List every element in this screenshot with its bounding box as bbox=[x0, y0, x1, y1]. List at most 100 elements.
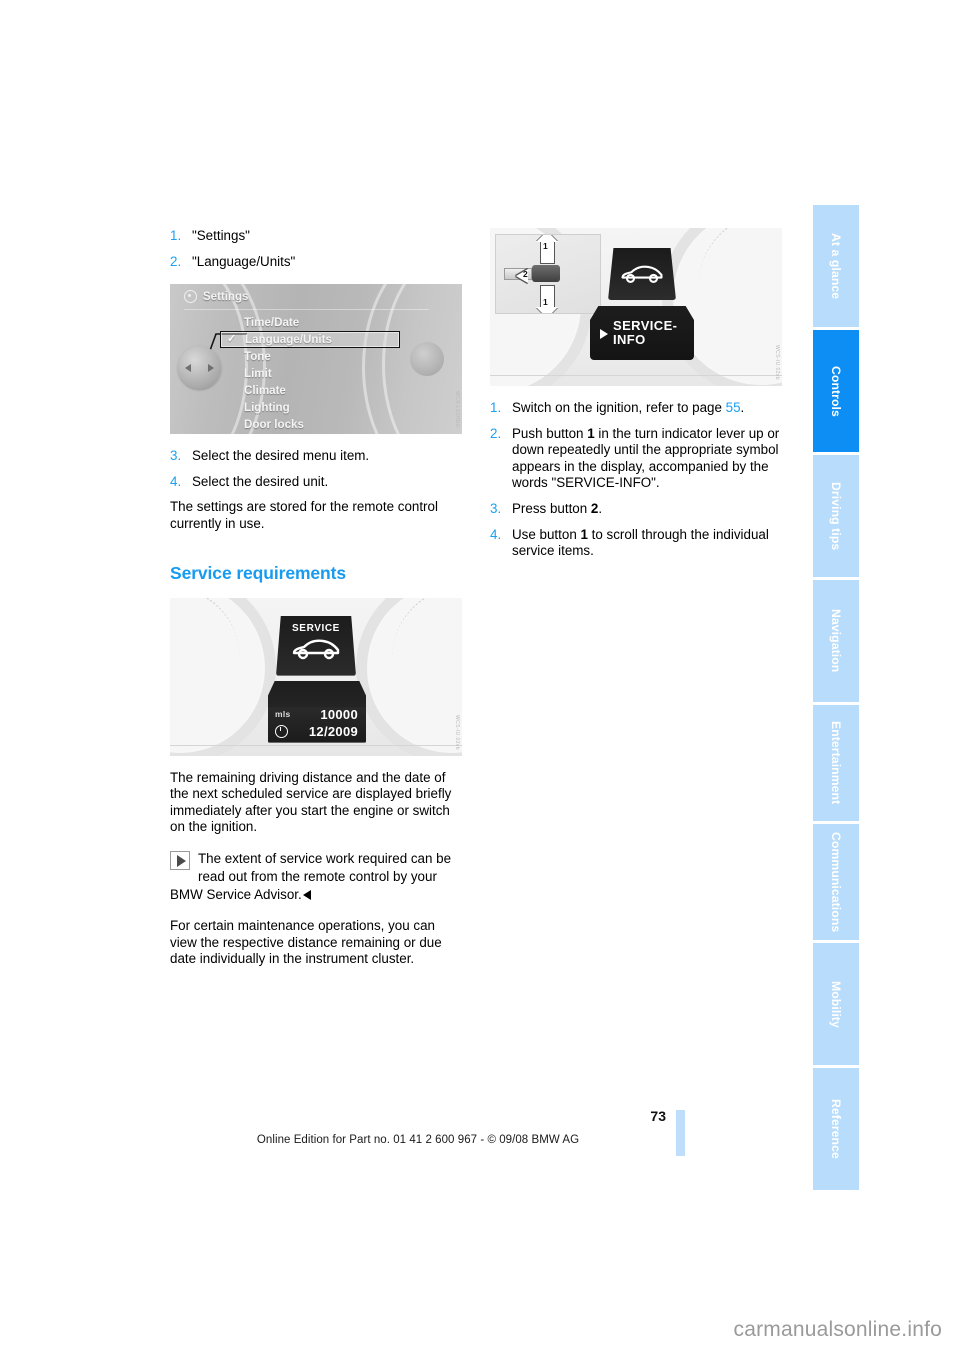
list-item: 2. Push button 1 in the turn indicator l… bbox=[490, 426, 782, 492]
page-number: 73 bbox=[650, 1108, 666, 1124]
list-item: 4. Use button 1 to scroll through the in… bbox=[490, 527, 782, 560]
button-reference: 1 bbox=[580, 526, 588, 542]
steps-top-list: 1. "Settings" 2. "Language/Units" bbox=[170, 228, 462, 270]
lever-button-housing[interactable] bbox=[532, 265, 560, 282]
callout-1-up: 1 bbox=[543, 241, 548, 251]
callout-1-down: 1 bbox=[543, 297, 548, 307]
menu-item-language-units[interactable]: ✓ Language/Units bbox=[220, 331, 400, 349]
step-text-a: Use button bbox=[512, 526, 581, 542]
sidebar-item-navigation[interactable]: Navigation bbox=[813, 580, 859, 702]
step-text: Push button 1 in the turn indicator leve… bbox=[512, 426, 782, 492]
menu-item-door-locks[interactable]: Door locks bbox=[242, 416, 427, 433]
figure-service-display: SERVICE mls 10000 12/2009 WCS-IU.02vb bbox=[170, 597, 462, 756]
idrive-menu-title: Settings bbox=[203, 290, 249, 303]
menu-item-limit[interactable]: Limit bbox=[242, 365, 427, 382]
clock-icon bbox=[275, 724, 288, 738]
list-item: 1. Switch on the ignition, refer to page… bbox=[490, 400, 782, 417]
sidebar-item-driving-tips[interactable]: Driving tips bbox=[813, 455, 859, 577]
list-item: 4. Select the desired unit. bbox=[170, 474, 462, 491]
sidebar-item-communications[interactable]: Communications bbox=[813, 824, 859, 940]
note-block: The extent of service work required can … bbox=[170, 850, 462, 904]
step-text: Select the desired unit. bbox=[192, 473, 329, 489]
step-number: 2. bbox=[490, 425, 502, 441]
step-number: 2. bbox=[170, 253, 182, 269]
step-number: 3. bbox=[170, 448, 182, 464]
menu-item-lighting[interactable]: Lighting bbox=[242, 399, 427, 416]
service-date-value: 12/2009 bbox=[308, 723, 358, 739]
cluster-baseline bbox=[170, 744, 462, 746]
menu-item-climate[interactable]: Climate bbox=[242, 382, 427, 399]
list-item: 3. Select the desired menu item. bbox=[170, 448, 462, 465]
distance-unit-label: mls bbox=[275, 709, 291, 720]
play-triangle-icon bbox=[600, 328, 608, 339]
figure-code: WCS-IU.02xb bbox=[774, 345, 780, 380]
service-tile-label: SERVICE bbox=[292, 622, 340, 634]
paragraph-settings-stored: The settings are stored for the remote c… bbox=[170, 499, 438, 531]
service-info-screen: mls 10000 12/2009 bbox=[268, 680, 366, 743]
sidebar-item-mobility[interactable]: Mobility bbox=[813, 943, 859, 1065]
paragraph-certain-maintenance: For certain maintenance operations, you … bbox=[170, 917, 442, 967]
page-cross-reference[interactable]: 55 bbox=[726, 400, 741, 415]
footer-edition-text: Online Edition for Part no. 01 41 2 600 … bbox=[256, 1134, 580, 1146]
manual-page: 1. "Settings" 2. "Language/Units" Settin… bbox=[0, 0, 960, 1358]
right-column: 1 1 2 SERVICE- INFO WCS-IU.02xb 1. Switc… bbox=[490, 228, 782, 569]
service-info-text-tile: SERVICE- INFO bbox=[590, 306, 694, 360]
menu-item-tone[interactable]: Tone bbox=[242, 348, 427, 365]
step-text: "Language/Units" bbox=[192, 253, 296, 269]
menu-item-time-date[interactable]: Time/Date bbox=[242, 314, 427, 331]
list-item: 1. "Settings" bbox=[170, 228, 462, 245]
sidebar-item-entertainment[interactable]: Entertainment bbox=[813, 705, 859, 821]
figure-code: WCS-IU.02vb bbox=[454, 714, 460, 750]
figure-code: WCS-L10HDG bbox=[454, 391, 460, 429]
figure-idrive-settings-menu: Settings Time/Date ✓ Language/Units Tone… bbox=[170, 284, 462, 435]
divider bbox=[184, 309, 429, 311]
idrive-menu-list: Time/Date ✓ Language/Units Tone Limit Cl… bbox=[220, 314, 427, 433]
service-indicator-tile: SERVICE bbox=[276, 615, 356, 676]
step-text: Press button 2. bbox=[512, 501, 782, 518]
sidebar-item-controls[interactable]: Controls bbox=[813, 330, 859, 452]
check-icon: ✓ bbox=[227, 333, 237, 346]
steps-bottom-list: 3. Select the desired menu item. 4. Sele… bbox=[170, 448, 462, 490]
step-number: 1. bbox=[490, 400, 502, 415]
service-info-line2: INFO bbox=[613, 332, 646, 347]
car-icon bbox=[621, 265, 663, 284]
step-text-pre: Switch on the ignition, refer to page bbox=[512, 400, 726, 415]
distance-value: 10000 bbox=[320, 706, 358, 722]
service-date-row: 12/2009 bbox=[275, 724, 358, 739]
service-info-text: SERVICE- INFO bbox=[613, 317, 678, 348]
gear-icon bbox=[184, 290, 197, 304]
sidebar-item-at-a-glance[interactable]: At a glance bbox=[813, 205, 859, 327]
note-end-marker bbox=[302, 889, 311, 900]
step-number: 3. bbox=[490, 500, 502, 516]
idrive-menu-header: Settings bbox=[184, 290, 249, 304]
step-text-post: . bbox=[740, 400, 745, 415]
step-number: 1. bbox=[170, 228, 182, 243]
chapter-tab-rail: At a glance Controls Driving tips Naviga… bbox=[813, 205, 859, 1193]
footer-accent-bar bbox=[676, 1110, 685, 1156]
step-text: Switch on the ignition, refer to page 55… bbox=[512, 400, 782, 417]
sidebar-item-reference[interactable]: Reference bbox=[813, 1068, 859, 1190]
page-section-heading: Service requirements bbox=[170, 562, 347, 583]
step-text: "Settings" bbox=[192, 228, 250, 243]
step-text-a: Press button bbox=[512, 500, 591, 516]
step-number: 4. bbox=[170, 473, 182, 489]
step-text-b: . bbox=[598, 500, 603, 516]
note-triangle-icon bbox=[170, 850, 190, 870]
car-symbol-tile bbox=[608, 248, 676, 300]
list-item: 2. "Language/Units" bbox=[170, 254, 462, 271]
figure-service-info-display: 1 1 2 SERVICE- INFO WCS-IU.02xb bbox=[490, 228, 782, 386]
menu-item-label: Language/Units bbox=[245, 333, 332, 347]
button-reference: 1 bbox=[587, 425, 595, 441]
car-icon bbox=[276, 638, 356, 665]
right-steps-list: 1. Switch on the ignition, refer to page… bbox=[490, 400, 782, 560]
idrive-controller-left[interactable] bbox=[178, 346, 221, 390]
list-item: 3. Press button 2. bbox=[490, 501, 782, 518]
callout-2-press: 2 bbox=[523, 269, 528, 279]
step-text: Select the desired menu item. bbox=[192, 448, 370, 464]
turn-indicator-lever-inset: 1 1 2 bbox=[495, 234, 601, 314]
step-text-a: Push button bbox=[512, 425, 588, 441]
left-column: 1. "Settings" 2. "Language/Units" Settin… bbox=[170, 228, 462, 968]
step-text: Use button 1 to scroll through the indiv… bbox=[512, 527, 782, 560]
service-info-line1: SERVICE- bbox=[613, 317, 678, 333]
step-number: 4. bbox=[490, 526, 502, 542]
